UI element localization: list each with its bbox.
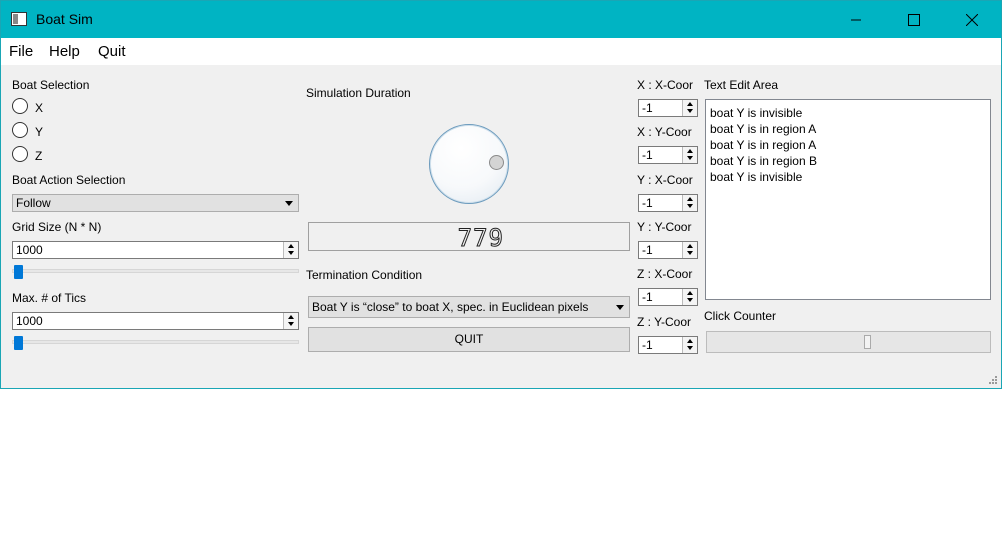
grid-size-label: Grid Size (N * N) [12,220,102,234]
lcd-value: 779 [457,224,504,253]
spin-buttons[interactable] [682,337,697,353]
boat-action-label: Boat Action Selection [12,173,126,187]
spin-down-icon[interactable] [687,109,693,113]
radio-y[interactable] [12,122,28,138]
termination-value: Boat Y is “close” to boat X, spec. in Eu… [312,300,589,314]
radio-x-label: X [35,101,44,115]
text-edit-area[interactable]: boat Y is invisible boat Y is in region … [705,99,991,300]
max-tics-value: 1000 [16,314,43,328]
spin-buttons[interactable] [682,242,697,258]
app-icon [11,12,27,26]
click-counter-bar [706,331,991,353]
text-line: boat Y is in region A [710,138,817,152]
coord-value-x-x: -1 [642,101,653,115]
spin-buttons[interactable] [682,195,697,211]
minimize-button[interactable] [827,1,885,38]
radio-x[interactable] [12,98,28,114]
maximize-button[interactable] [885,1,943,38]
dial-knob[interactable] [489,155,504,170]
text-line: boat Y is in region A [710,122,817,136]
coord-label-z-x: Z : X-Coor [637,267,693,281]
spin-up-icon[interactable] [687,102,693,106]
spin-down-icon[interactable] [687,251,693,255]
grid-size-slider[interactable] [12,269,299,273]
radio-z[interactable] [12,146,28,162]
quit-button[interactable]: QUIT [308,327,630,352]
spin-buttons[interactable] [682,147,697,163]
grid-size-value: 1000 [16,243,43,257]
grid-size-slider-handle[interactable] [14,265,23,279]
spin-down-icon[interactable] [687,298,693,302]
coord-spin-z-x[interactable]: -1 [638,288,698,306]
coord-spin-y-y[interactable]: -1 [638,241,698,259]
spin-up-icon[interactable] [687,149,693,153]
main-window: Boat Sim File Help Quit Boat Selection X… [0,0,1002,389]
click-counter-label: Click Counter [704,309,777,323]
simulation-lcd-display: 779 [308,222,630,253]
spin-down-icon[interactable] [288,251,294,255]
boat-action-select[interactable]: Follow [12,194,299,212]
coord-label-y-y: Y : Y-Coor [637,220,692,234]
max-tics-spinbox[interactable]: 1000 [12,312,299,330]
spin-up-icon[interactable] [288,244,294,248]
radio-z-label: Z [35,149,43,163]
radio-y-label: Y [35,125,44,139]
spin-down-icon[interactable] [687,346,693,350]
coord-label-x-x: X : X-Coor [637,78,694,92]
max-tics-spin-buttons[interactable] [283,313,298,329]
boat-selection-label: Boat Selection [12,78,90,92]
menu-quit[interactable]: Quit [98,43,126,60]
coord-value-z-x: -1 [642,290,653,304]
coord-value-y-x: -1 [642,196,653,210]
coord-label-y-x: Y : X-Coor [637,173,693,187]
resize-grip-icon[interactable] [988,375,998,385]
spin-down-icon[interactable] [288,322,294,326]
simulation-duration-dial[interactable] [429,124,509,204]
coord-value-x-y: -1 [642,148,653,162]
minimize-icon [851,19,861,20]
simulation-duration-label: Simulation Duration [306,86,411,100]
close-button[interactable] [943,1,1001,38]
max-tics-label: Max. # of Tics [12,291,87,305]
spin-buttons[interactable] [682,100,697,116]
coord-label-z-y: Z : Y-Coor [637,315,692,329]
menu-help[interactable]: Help [49,43,80,60]
coord-label-x-y: X : Y-Coor [637,125,692,139]
title-bar[interactable]: Boat Sim [1,1,1001,38]
coord-spin-x-y[interactable]: -1 [638,146,698,164]
chevron-down-icon [285,201,293,206]
spin-up-icon[interactable] [687,339,693,343]
spin-up-icon[interactable] [687,197,693,201]
window-title: Boat Sim [36,11,93,27]
close-icon [966,13,978,26]
grid-size-spinbox[interactable]: 1000 [12,241,299,259]
max-tics-slider-handle[interactable] [14,336,23,350]
spin-down-icon[interactable] [687,204,693,208]
termination-select[interactable]: Boat Y is “close” to boat X, spec. in Eu… [308,296,630,318]
termination-label: Termination Condition [306,268,423,282]
spin-down-icon[interactable] [687,156,693,160]
text-line: boat Y is invisible [710,170,803,184]
spin-up-icon[interactable] [288,315,294,319]
click-counter-marker [864,335,871,349]
coord-spin-x-x[interactable]: -1 [638,99,698,117]
coord-value-z-y: -1 [642,338,653,352]
chevron-down-icon [616,305,624,310]
menu-bar: File Help Quit [1,38,1001,65]
spin-up-icon[interactable] [687,244,693,248]
text-line: boat Y is invisible [710,106,803,120]
boat-action-value: Follow [16,196,51,210]
menu-file[interactable]: File [9,43,33,60]
max-tics-slider[interactable] [12,340,299,344]
text-line: boat Y is in region B [710,154,817,168]
text-edit-label: Text Edit Area [704,78,779,92]
coord-spin-y-x[interactable]: -1 [638,194,698,212]
maximize-icon [908,13,920,26]
coord-spin-z-y[interactable]: -1 [638,336,698,354]
spin-buttons[interactable] [682,289,697,305]
coord-value-y-y: -1 [642,243,653,257]
spin-up-icon[interactable] [687,291,693,295]
grid-size-spin-buttons[interactable] [283,242,298,258]
